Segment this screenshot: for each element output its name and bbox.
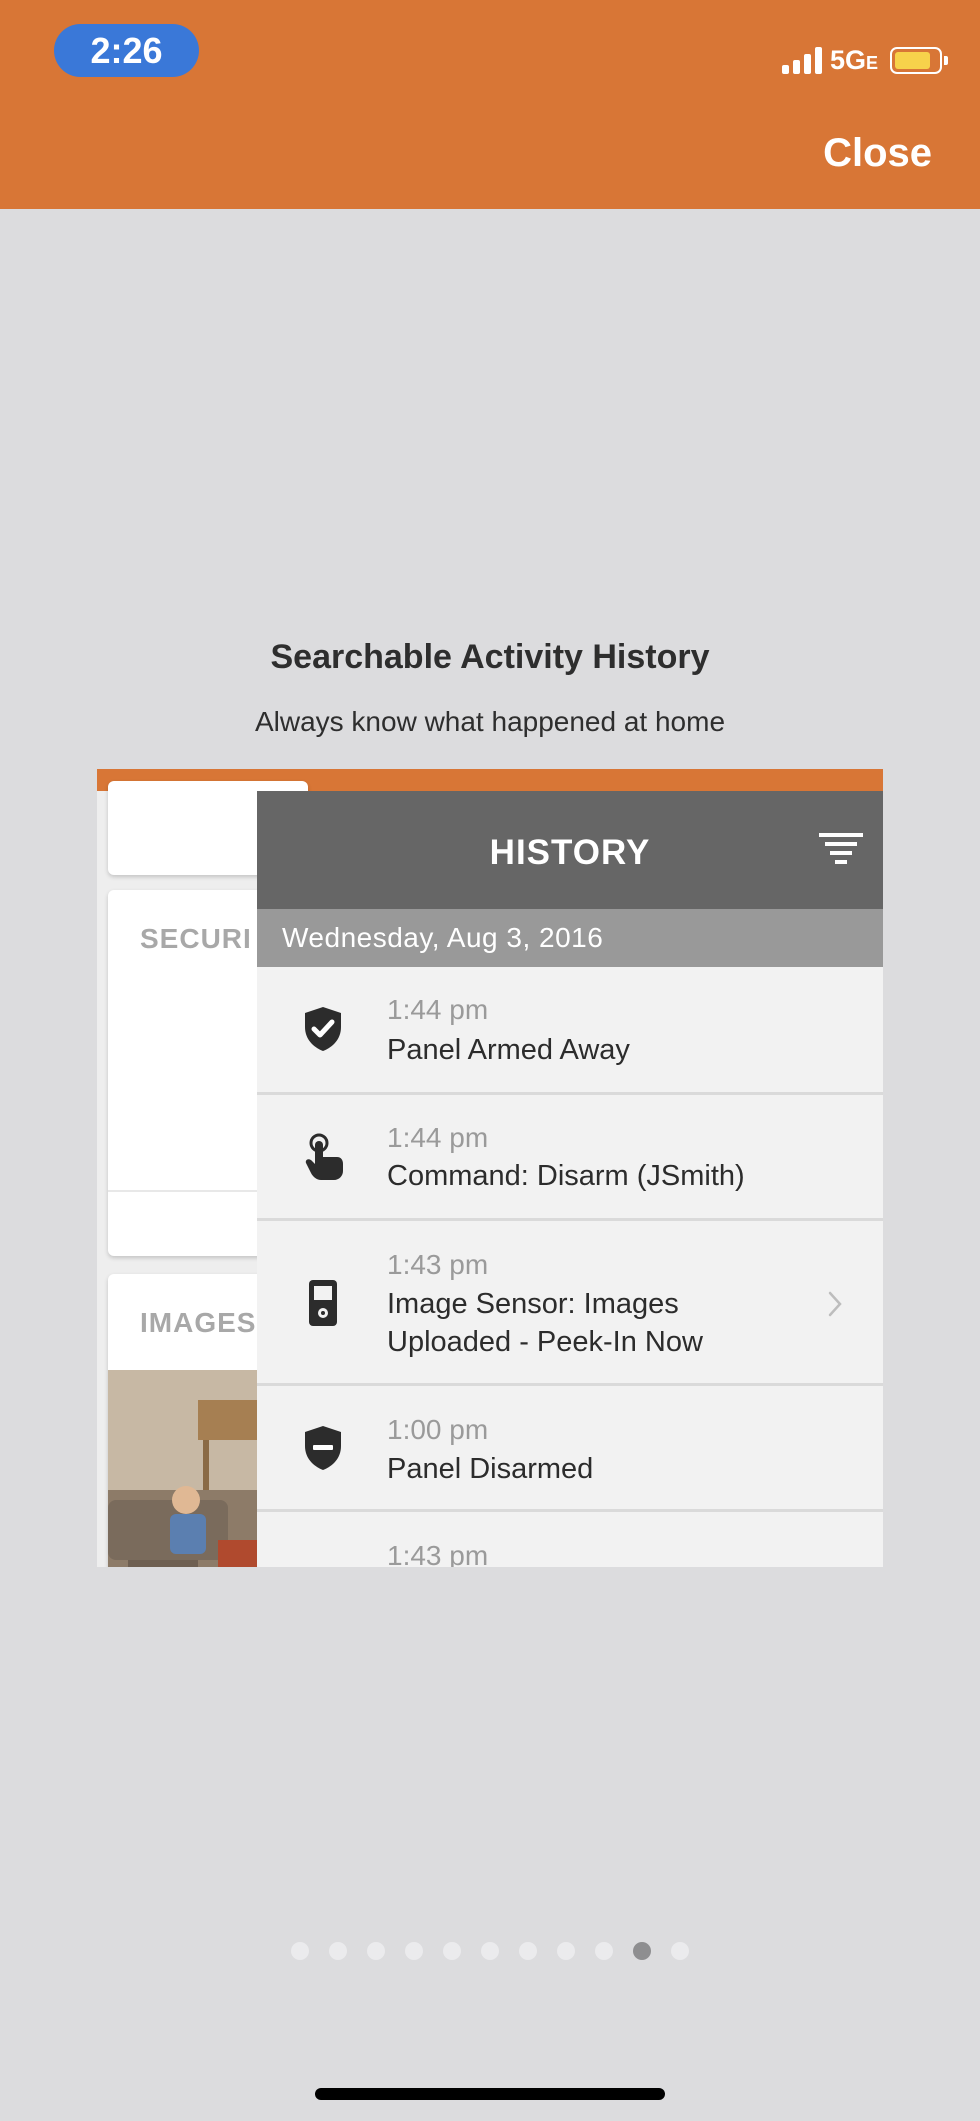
event-time: 1:43 pm	[387, 1540, 489, 1567]
page-dot[interactable]	[291, 1942, 309, 1960]
page-dot[interactable]	[671, 1942, 689, 1960]
history-title: HISTORY	[489, 833, 651, 872]
status-time: 2:26	[54, 24, 199, 77]
feature-subtitle: Always know what happened at home	[254, 706, 726, 737]
page-dot[interactable]	[329, 1942, 347, 1960]
event-time: 1:44 pm	[387, 994, 489, 1025]
page-dot[interactable]	[595, 1942, 613, 1960]
status-indicators: 5GE	[781, 42, 948, 78]
touch-hand-icon	[305, 1133, 343, 1180]
living-room-photo	[108, 1370, 268, 1567]
feature-title: Searchable Activity History	[270, 638, 710, 676]
background-dashboard: SECURI IMAGES	[97, 781, 308, 1567]
history-row[interactable]: 1:44 pm Command: Disarm (JSmith)	[257, 1095, 883, 1221]
chevron-right-icon	[828, 1291, 842, 1317]
top-header: 2:26 5GE Close	[0, 0, 980, 209]
page-dot[interactable]	[405, 1942, 423, 1960]
history-row[interactable]: 1:44 pm Panel Armed Away	[257, 967, 883, 1095]
history-panel: HISTORY Wednesday, Aug 3, 2016 1:44 pm P…	[257, 791, 883, 1567]
security-card-label: SECURI	[140, 923, 252, 954]
close-button[interactable]: Close	[823, 131, 932, 176]
event-time: 1:44 pm	[387, 1122, 489, 1153]
shield-minus-icon	[305, 1426, 341, 1470]
page-dot[interactable]	[519, 1942, 537, 1960]
event-description: Command: Disarm (JSmith)	[387, 1160, 745, 1192]
event-time: 1:43 pm	[387, 1249, 489, 1280]
event-description: Image Sensor: Images Uploaded - Peek-In …	[387, 1288, 703, 1358]
images-card-label: IMAGES	[140, 1307, 257, 1338]
page-dot[interactable]	[633, 1942, 651, 1960]
filter-icon[interactable]	[819, 831, 863, 865]
history-header: HISTORY	[257, 791, 883, 909]
feature-screenshot: SECURI IMAGES HISTORY Wednesday, Aug 3, …	[97, 769, 883, 1567]
event-description: Panel Disarmed	[387, 1453, 594, 1485]
event-description: Panel Armed Away	[387, 1034, 630, 1066]
image-sensor-icon	[309, 1280, 337, 1326]
page-dot[interactable]	[367, 1942, 385, 1960]
page-dot[interactable]	[481, 1942, 499, 1960]
history-row[interactable]: 1:43 pm Image Sensor: Images Uploaded - …	[257, 1221, 883, 1386]
event-time: 1:00 pm	[387, 1414, 489, 1445]
signal-icon	[781, 46, 822, 74]
history-date-header: Wednesday, Aug 3, 2016	[257, 909, 883, 967]
page-dot[interactable]	[557, 1942, 575, 1960]
network-type: 5GE	[829, 44, 878, 75]
page-indicator	[0, 1942, 980, 1960]
shield-check-icon	[305, 1007, 341, 1051]
home-indicator[interactable]	[315, 2088, 665, 2100]
history-row[interactable]: 1:43 pm	[257, 1512, 883, 1567]
history-row[interactable]: 1:00 pm Panel Disarmed	[257, 1386, 883, 1512]
page-dot[interactable]	[443, 1942, 461, 1960]
battery-icon	[890, 46, 948, 74]
